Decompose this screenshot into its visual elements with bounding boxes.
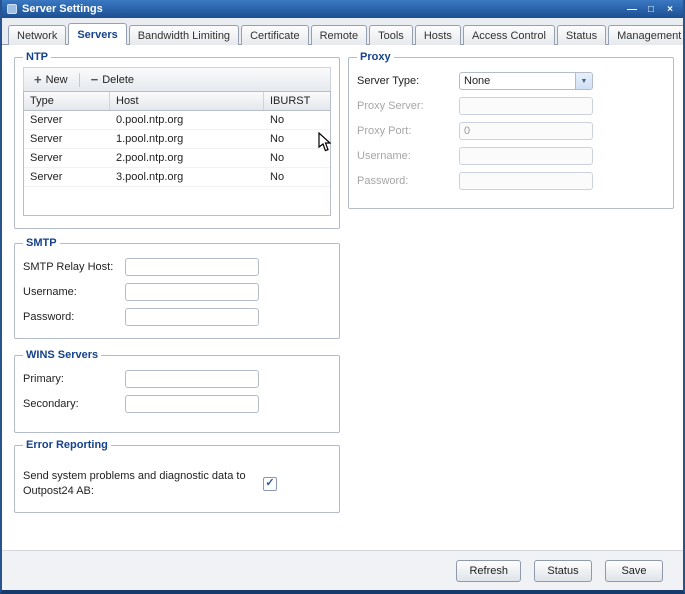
- new-button[interactable]: + New: [28, 72, 74, 88]
- smtp-relay-host-label: SMTP Relay Host:: [23, 261, 125, 273]
- tab-label: Certificate: [250, 30, 300, 42]
- table-row[interactable]: Server 1.pool.ntp.org No: [24, 130, 330, 149]
- proxy-legend: Proxy: [357, 51, 394, 63]
- wins-legend: WINS Servers: [23, 349, 101, 361]
- wins-secondary-input[interactable]: [125, 395, 259, 413]
- cell-iburst: No: [264, 114, 330, 126]
- cell-iburst: No: [264, 152, 330, 164]
- smtp-username-input[interactable]: [125, 283, 259, 301]
- error-reporting-fieldset: Error Reporting Send system problems and…: [14, 439, 340, 513]
- cell-type: Server: [24, 114, 110, 126]
- new-button-label: New: [46, 74, 68, 86]
- cell-type: Server: [24, 133, 110, 145]
- toolbar-separator: [79, 73, 80, 87]
- server-type-value: None: [460, 75, 575, 87]
- ntp-grid-body: Server 0.pool.ntp.org No Server 1.pool.n…: [24, 111, 330, 215]
- titlebar[interactable]: Server Settings — □ ×: [2, 0, 683, 18]
- tab-certificate[interactable]: Certificate: [241, 25, 309, 45]
- cell-iburst: No: [264, 133, 330, 145]
- save-button[interactable]: Save: [605, 560, 663, 582]
- tab-label: Remote: [320, 30, 359, 42]
- window-title: Server Settings: [22, 3, 103, 15]
- column-header-iburst[interactable]: IBURST: [264, 92, 330, 110]
- window-controls: — □ ×: [624, 2, 678, 16]
- tab-label: Status: [566, 30, 597, 42]
- wins-primary-input[interactable]: [125, 370, 259, 388]
- ntp-grid: Type Host IBURST Server 0.pool.ntp.org N…: [23, 91, 331, 216]
- smtp-legend: SMTP: [23, 237, 60, 249]
- proxy-username-input: [459, 147, 593, 165]
- smtp-fieldset: SMTP SMTP Relay Host: Username: Password…: [14, 237, 340, 339]
- table-row[interactable]: Server 0.pool.ntp.org No: [24, 111, 330, 130]
- tab-label: Tools: [378, 30, 404, 42]
- cell-host: 0.pool.ntp.org: [110, 114, 264, 126]
- window-icon: [7, 4, 17, 14]
- smtp-password-input[interactable]: [125, 308, 259, 326]
- tab-remote[interactable]: Remote: [311, 25, 368, 45]
- maximize-button[interactable]: □: [643, 2, 659, 16]
- tab-network[interactable]: Network: [8, 25, 66, 45]
- cell-type: Server: [24, 171, 110, 183]
- proxy-password-label: Password:: [357, 175, 459, 187]
- tab-label: Access Control: [472, 30, 546, 42]
- tab-access-control[interactable]: Access Control: [463, 25, 555, 45]
- smtp-username-label: Username:: [23, 286, 125, 298]
- check-icon: ✓: [265, 478, 274, 489]
- wins-secondary-label: Secondary:: [23, 398, 125, 410]
- server-type-select[interactable]: None ▼: [459, 72, 593, 90]
- cell-host: 3.pool.ntp.org: [110, 171, 264, 183]
- error-reporting-legend: Error Reporting: [23, 439, 111, 451]
- proxy-server-input: [459, 97, 593, 115]
- chevron-down-icon[interactable]: ▼: [575, 73, 592, 89]
- tab-servers[interactable]: Servers: [68, 23, 126, 45]
- ntp-legend: NTP: [23, 51, 51, 63]
- proxy-port-input: [459, 122, 593, 140]
- plus-icon: +: [34, 75, 42, 85]
- table-row[interactable]: Server 2.pool.ntp.org No: [24, 149, 330, 168]
- server-type-label: Server Type:: [357, 75, 459, 87]
- minimize-button[interactable]: —: [624, 2, 640, 16]
- proxy-fieldset: Proxy Server Type: None ▼ Proxy Server: …: [348, 51, 674, 209]
- cell-type: Server: [24, 152, 110, 164]
- tab-label: Network: [17, 30, 57, 42]
- minus-icon: −: [91, 75, 99, 85]
- status-button[interactable]: Status: [534, 560, 592, 582]
- column-header-host[interactable]: Host: [110, 92, 264, 110]
- ntp-grid-header: Type Host IBURST: [24, 92, 330, 111]
- tab-tools[interactable]: Tools: [369, 25, 413, 45]
- tab-management[interactable]: Management: [608, 25, 685, 45]
- column-header-type[interactable]: Type: [24, 92, 110, 110]
- proxy-port-label: Proxy Port:: [357, 125, 459, 137]
- tab-status[interactable]: Status: [557, 25, 606, 45]
- cell-iburst: No: [264, 171, 330, 183]
- table-row[interactable]: Server 3.pool.ntp.org No: [24, 168, 330, 187]
- footer-bar: Refresh Status Save: [2, 550, 683, 590]
- ntp-toolbar: + New − Delete: [23, 67, 331, 91]
- tab-label: Bandwidth Limiting: [138, 30, 230, 42]
- proxy-username-label: Username:: [357, 150, 459, 162]
- ntp-fieldset: NTP + New − Delete Type Host IBURST: [14, 51, 340, 229]
- smtp-relay-host-input[interactable]: [125, 258, 259, 276]
- proxy-password-input: [459, 172, 593, 190]
- tab-bandwidth-limiting[interactable]: Bandwidth Limiting: [129, 25, 239, 45]
- delete-button[interactable]: − Delete: [85, 72, 140, 88]
- close-button[interactable]: ×: [662, 2, 678, 16]
- cell-host: 2.pool.ntp.org: [110, 152, 264, 164]
- error-reporting-checkbox[interactable]: ✓: [263, 477, 277, 491]
- wins-fieldset: WINS Servers Primary: Secondary:: [14, 349, 340, 433]
- tab-label: Servers: [77, 29, 117, 41]
- tab-hosts[interactable]: Hosts: [415, 25, 461, 45]
- smtp-password-label: Password:: [23, 311, 125, 323]
- delete-button-label: Delete: [102, 74, 134, 86]
- tab-bar: Network Servers Bandwidth Limiting Certi…: [2, 18, 683, 45]
- error-reporting-label: Send system problems and diagnostic data…: [23, 469, 251, 499]
- tab-label: Management: [617, 30, 681, 42]
- proxy-server-label: Proxy Server:: [357, 100, 459, 112]
- refresh-button[interactable]: Refresh: [456, 560, 521, 582]
- wins-primary-label: Primary:: [23, 373, 125, 385]
- content-panel: NTP + New − Delete Type Host IBURST: [2, 45, 683, 590]
- server-settings-window: Server Settings — □ × Network Servers Ba…: [0, 0, 685, 594]
- cell-host: 1.pool.ntp.org: [110, 133, 264, 145]
- tab-label: Hosts: [424, 30, 452, 42]
